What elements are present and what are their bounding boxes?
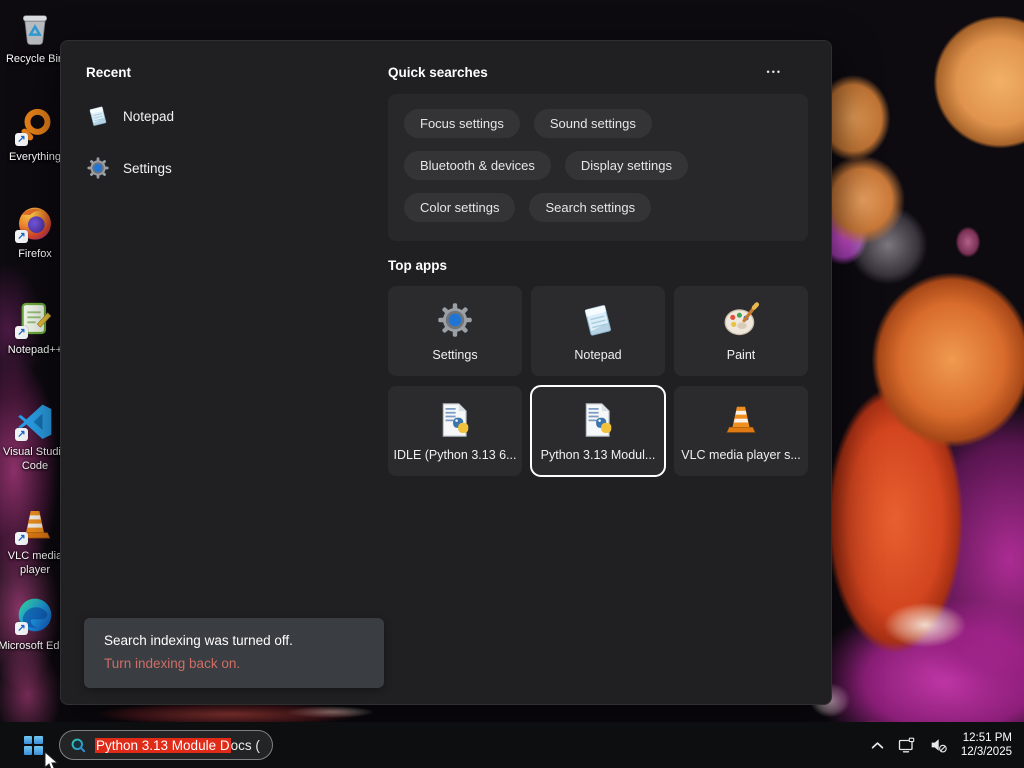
quick-searches-card: Focus settings Sound settings Bluetooth …	[388, 94, 808, 241]
firefox-icon: ↗	[15, 203, 55, 243]
desktop-icon-label: Notepad++	[7, 344, 63, 356]
top-app-python-module-docs[interactable]: Python 3.13 Modul...	[530, 385, 666, 477]
top-app-label: IDLE (Python 3.13 6...	[393, 447, 517, 462]
gear-icon	[438, 302, 472, 337]
python-doc-icon	[442, 402, 469, 437]
top-app-label: Settings	[432, 347, 478, 362]
top-app-vlc[interactable]: VLC media player s...	[674, 386, 808, 476]
recycle-bin-icon	[15, 8, 55, 48]
desktop-icon-label: Recycle Bin	[5, 53, 65, 65]
network-icon[interactable]	[897, 736, 916, 754]
mouse-cursor	[44, 751, 59, 768]
recent-title: Recent	[86, 65, 132, 80]
vlc-cone-icon: ↗	[15, 505, 55, 545]
indexing-message: Search indexing was turned off.	[104, 633, 293, 648]
vscode-icon: ↗	[15, 401, 55, 441]
top-app-paint[interactable]: Paint	[674, 286, 808, 376]
quick-search-pill-focus-settings[interactable]: Focus settings	[404, 109, 520, 138]
shortcut-arrow-icon: ↗	[15, 428, 28, 441]
notepad-plus-plus-icon: ↗	[15, 299, 55, 339]
unselected-query-text: ocs (	[230, 737, 260, 753]
recent-item-label: Notepad	[123, 108, 175, 124]
indexing-notification: Search indexing was turned off. Turn ind…	[84, 618, 384, 688]
top-app-idle-python[interactable]: IDLE (Python 3.13 6...	[388, 386, 522, 476]
quick-search-pill-color-settings[interactable]: Color settings	[404, 193, 516, 222]
shortcut-arrow-icon: ↗	[15, 133, 28, 146]
quick-search-pill-bluetooth-devices[interactable]: Bluetooth & devices	[404, 151, 551, 180]
recent-item-settings[interactable]: Settings	[86, 152, 366, 184]
more-options-icon[interactable]: •••	[767, 65, 782, 79]
top-app-notepad[interactable]: Notepad	[531, 286, 665, 376]
quick-search-pill-display-settings[interactable]: Display settings	[564, 151, 688, 180]
top-app-label: Python 3.13 Modul...	[540, 447, 656, 462]
clock-time: 12:51 PM	[962, 731, 1012, 744]
taskbar: Python 3.13 Module Docs (12:51 PM 12/3/…	[0, 722, 1024, 768]
search-query-text: Python 3.13 Module Docs (	[95, 737, 260, 753]
paint-icon	[724, 301, 760, 335]
python-doc-icon	[585, 402, 612, 437]
windows-logo-icon	[23, 735, 43, 755]
chevron-up-icon[interactable]	[871, 741, 884, 750]
top-app-label: VLC media player s...	[681, 447, 801, 462]
quick-search-pill-search-settings[interactable]: Search settings	[529, 193, 652, 222]
vlc-cone-icon	[726, 406, 756, 433]
desktop-icon-label: Everything	[9, 151, 61, 163]
system-tray: 12:51 PM 12/3/2025	[871, 731, 1012, 760]
taskbar-clock[interactable]: 12:51 PM 12/3/2025	[961, 731, 1012, 760]
quick-searches-title: Quick searches	[388, 65, 488, 80]
recent-item-notepad[interactable]: Notepad	[86, 100, 366, 132]
notepad-icon	[89, 106, 107, 126]
top-apps-title: Top apps	[388, 258, 447, 273]
shortcut-arrow-icon: ↗	[15, 532, 28, 545]
shortcut-arrow-icon: ↗	[15, 326, 28, 339]
shortcut-arrow-icon: ↗	[15, 622, 28, 635]
selected-query-text: Python 3.13 Module D	[95, 737, 231, 753]
notepad-icon	[584, 304, 611, 336]
search-icon	[71, 738, 86, 752]
volume-muted-icon[interactable]	[929, 736, 948, 754]
top-app-settings[interactable]: Settings	[388, 286, 522, 376]
gear-icon	[87, 157, 109, 179]
top-app-label: Notepad	[574, 347, 622, 362]
clock-date: 12/3/2025	[960, 746, 1012, 758]
recent-item-label: Settings	[123, 160, 172, 176]
top-apps-grid: Settings Notepad Paint IDLE (Python 3.13…	[388, 286, 808, 477]
taskbar-search-input[interactable]: Python 3.13 Module Docs (	[59, 730, 273, 760]
turn-indexing-on-link[interactable]: Turn indexing back on.	[104, 656, 364, 671]
edge-icon: ↗	[15, 595, 55, 635]
search-flyout-panel: Recent Notepad Settings Quick searches •…	[60, 40, 832, 705]
shortcut-arrow-icon: ↗	[15, 230, 28, 243]
recent-section: Recent Notepad Settings	[86, 65, 366, 184]
desktop-icon-label: Firefox	[18, 248, 52, 260]
everything-search-icon: ↗	[15, 106, 55, 146]
search-panel-right-column: Quick searches ••• Focus settings Sound …	[388, 65, 808, 477]
top-app-label: Paint	[726, 347, 756, 362]
quick-search-pill-sound-settings[interactable]: Sound settings	[533, 109, 652, 138]
screen: Recycle Bin ↗ Everything ↗ Firefox ↗ Not…	[0, 0, 1024, 768]
